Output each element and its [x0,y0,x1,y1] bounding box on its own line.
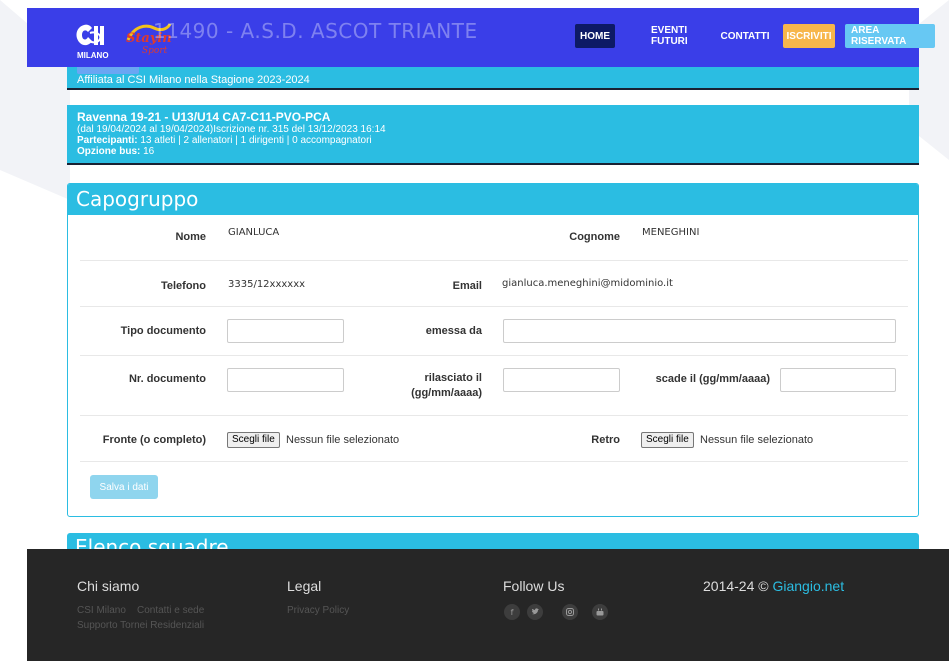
email-value: gianluca.meneghini@midominio.it [502,278,673,289]
instagram-icon[interactable] [562,604,578,620]
participants-label: Partecipanti: [77,135,138,146]
youtube-icon[interactable] [592,604,608,620]
telefono-label: Telefono [160,280,206,292]
divider [67,88,919,90]
save-button[interactable]: Salva i dati [90,475,158,499]
footer-link-csi-milano[interactable]: CSI Milano [77,605,126,616]
csi-logo-icon[interactable] [74,23,110,51]
form-row: Nr. documento rilasciato il (gg/mm/aaaa)… [80,356,908,416]
event-bus: Opzione bus: 16 [77,146,909,157]
cognome-label: Cognome [569,231,620,243]
fronte-file-status: Nessun file selezionato [286,434,400,446]
nr-documento-input[interactable] [227,368,344,392]
nr-documento-label: Nr. documento [128,373,206,385]
event-title: Ravenna 19-21 - U13/U14 CA7-C11-PVO-PCA [77,110,331,124]
bus-label: Opzione bus: [77,146,141,157]
nav-eventi-futuri[interactable]: EVENTI FUTURI [645,24,708,48]
copyright-link[interactable]: Giangio.net [772,578,844,594]
form-row: Nome GIANLUCA Cognome MENEGHINI [80,215,908,261]
emessa-da-label: emessa da [425,325,482,337]
fronte-file-button[interactable]: Scegli file [227,432,280,448]
footer-link-contatti[interactable]: Contatti e sede [137,605,204,616]
footer-link-privacy[interactable]: Privacy Policy [287,605,349,616]
rilasciato-label: rilasciato il (gg/mm/aaaa) [400,372,482,399]
participants-value: 13 atleti | 2 allenatori | 1 dirigenti |… [140,135,372,146]
scade-input[interactable] [780,368,896,392]
retro-label: Retro [591,434,620,446]
form-row: Telefono 3335/12xxxxxx Email gianluca.me… [80,261,908,307]
retro-file-status: Nessun file selezionato [700,434,814,446]
panel-title: Capogruppo [68,184,918,215]
svg-text:Sport: Sport [142,46,168,56]
nav-home[interactable]: HOME [575,24,615,48]
facebook-icon[interactable]: f [504,604,520,620]
telefono-value: 3335/12xxxxxx [228,279,306,290]
form-row: Tipo documento emessa da [80,307,908,356]
footer-legal-heading: Legal [287,578,322,594]
navbar: MILANO Stayin' Sport 11490 - A.S.D. ASCO… [27,8,935,67]
tipo-documento-label: Tipo documento [120,325,206,337]
event-dates: (dal 19/04/2024 al 19/04/2024)Iscrizione… [77,124,386,135]
rilasciato-input[interactable] [503,368,620,392]
footer-copyright: 2014-24 © Giangio.net [703,578,844,594]
footer-link-supporto[interactable]: Supporto Tornei Residenziali [77,620,204,631]
retro-file-button[interactable]: Scegli file [641,432,694,448]
nav-contatti[interactable]: CONTATTI [720,24,769,48]
copyright-text: 2014-24 © [703,578,769,594]
cognome-value: MENEGHINI [642,227,700,238]
affiliation-text: Affiliata al CSI Milano nella Stagione 2… [77,74,310,86]
footer: Chi siamo CSI Milano Contatti e sede Sup… [27,549,949,661]
site-title: 11490 - A.S.D. ASCOT TRIANTE [153,19,478,43]
email-label: Email [452,280,482,292]
fronte-label: Fronte (o completo) [102,434,206,446]
nav-iscriviti[interactable]: ISCRIVITI [783,24,835,48]
logo-text: MILANO [77,51,109,60]
event-participants: Partecipanti: 13 atleti | 2 allenatori |… [77,135,909,146]
tipo-documento-input[interactable] [227,319,344,343]
emessa-da-input[interactable] [503,319,896,343]
footer-follow-heading: Follow Us [503,578,565,594]
rilasciato-label-line1: rilasciato il [424,372,482,384]
event-info: Ravenna 19-21 - U13/U14 CA7-C11-PVO-PCA … [67,105,919,165]
twitter-icon[interactable] [527,604,543,620]
capogruppo-panel: Capogruppo Nome GIANLUCA Cognome MENEGHI… [67,183,919,517]
scade-label: scade il (gg/mm/aaaa) [655,373,770,385]
bus-value: 16 [143,146,155,157]
rilasciato-label-line2: (gg/mm/aaaa) [411,387,482,399]
nome-label: Nome [175,231,206,243]
footer-chi-siamo-heading: Chi siamo [77,578,140,594]
form-row: Fronte (o completo) Scegli file Nessun f… [80,416,908,462]
divider [67,163,919,165]
nome-value: GIANLUCA [228,227,280,238]
nav-area-riservata[interactable]: AREA RISERVATA [845,24,935,48]
